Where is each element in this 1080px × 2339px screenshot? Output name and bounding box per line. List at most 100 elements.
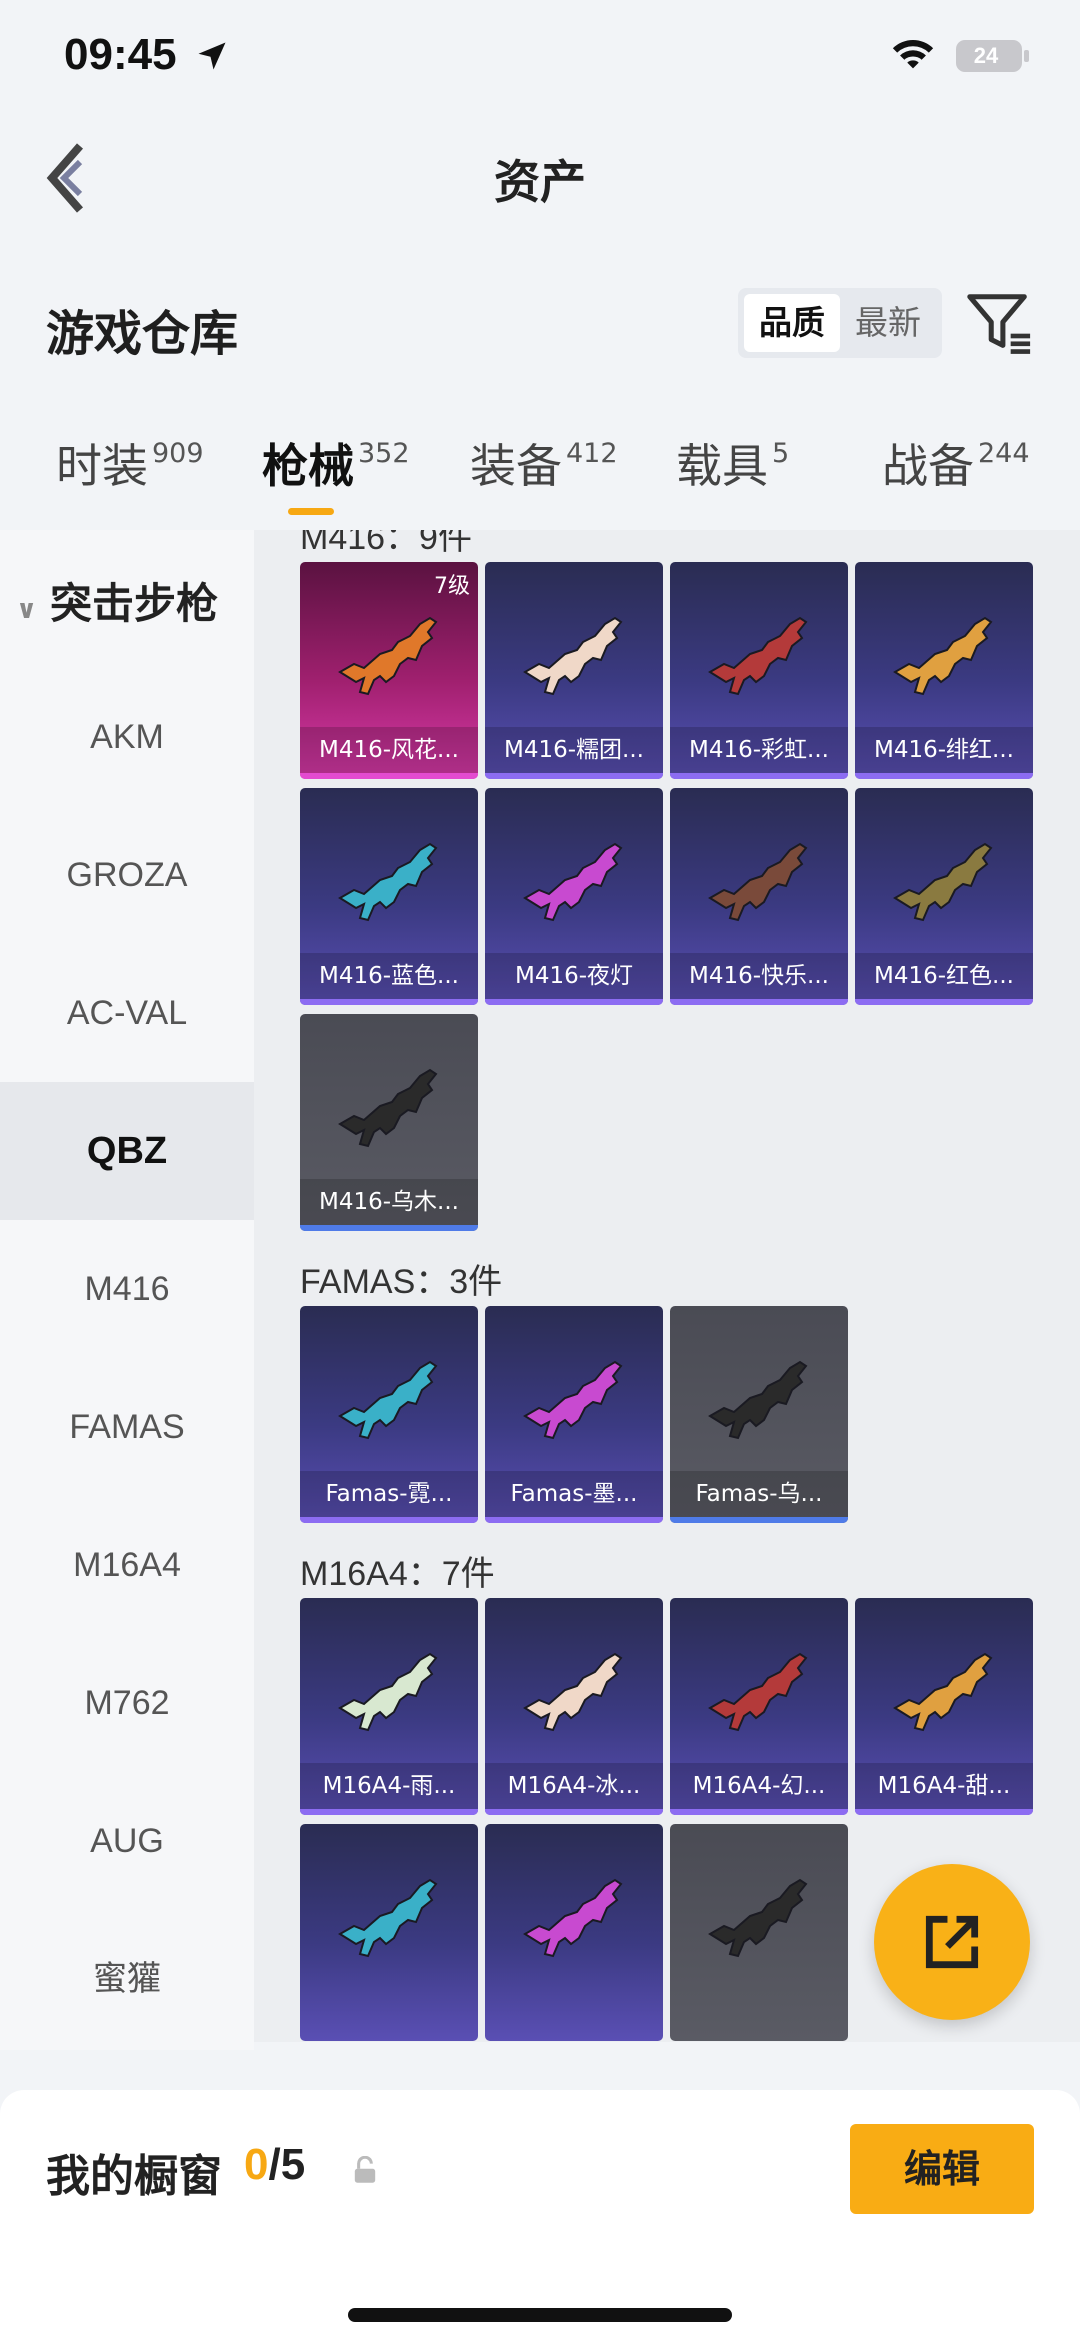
card-name: M16A4-雨...	[300, 1763, 478, 1809]
card-rarity-bar	[855, 773, 1033, 779]
card-rarity-bar	[485, 1517, 663, 1523]
location-arrow-icon	[198, 42, 226, 70]
weapon-sidebar: ∨ 突击步枪 AKM GROZA AC-VAL QBZ M416 FAMAS M1…	[0, 530, 254, 2050]
filter-icon[interactable]	[964, 286, 1034, 358]
sidebar-item-ac-val[interactable]: AC-VAL	[0, 944, 254, 1082]
tab-fashion[interactable]: 时装 909	[56, 430, 204, 496]
weapon-card[interactable]: M416-红色...	[855, 788, 1033, 1005]
battery-tip	[1024, 50, 1029, 62]
status-time: 09:45	[64, 30, 177, 79]
sidebar-item-famas[interactable]: FAMAS	[0, 1358, 254, 1496]
rifle-icon	[338, 1068, 438, 1148]
tab-supplies[interactable]: 战备 244	[882, 430, 1030, 496]
weapon-card[interactable]: M416-彩虹...	[670, 562, 848, 779]
sidebar-item-groza[interactable]: GROZA	[0, 806, 254, 944]
card-name: M416-风花...	[300, 727, 478, 773]
chevron-down-icon: ∨	[16, 595, 38, 625]
card-rarity-bar	[855, 999, 1033, 1005]
rifle-icon	[338, 1360, 438, 1440]
showcase-label: 我的橱窗	[46, 2151, 222, 2202]
weapon-card[interactable]: Famas-霓...	[300, 1306, 478, 1523]
rifle-icon	[338, 842, 438, 922]
wifi-icon	[892, 40, 934, 69]
card-name: M416-夜灯	[485, 953, 663, 999]
rifle-icon	[893, 1652, 993, 1732]
card-rarity-bar	[485, 773, 663, 779]
showcase-bar: 我的橱窗 0/5 编辑	[0, 2090, 1080, 2339]
weapon-card[interactable]: M416-蓝色...	[300, 788, 478, 1005]
weapon-card[interactable]: M16A4-冰...	[485, 1598, 663, 1815]
card-name: Famas-乌...	[670, 1471, 848, 1517]
tab-firearms[interactable]: 枪械 352	[262, 430, 410, 496]
active-tab-indicator	[288, 508, 334, 515]
sidebar-item-m16a4[interactable]: M16A4	[0, 1496, 254, 1634]
rifle-icon	[523, 842, 623, 922]
home-indicator	[348, 2308, 732, 2322]
card-name: M416-糯团...	[485, 727, 663, 773]
weapon-card[interactable]	[485, 1824, 663, 2041]
card-rarity-bar	[300, 773, 478, 779]
weapon-card[interactable]: M416-快乐...	[670, 788, 848, 1005]
rifle-icon	[708, 1878, 808, 1958]
weapon-card[interactable]: M16A4-幻...	[670, 1598, 848, 1815]
weapon-card[interactable]: Famas-墨...	[485, 1306, 663, 1523]
card-rarity-bar	[855, 1809, 1033, 1815]
card-name: M16A4-冰...	[485, 1763, 663, 1809]
card-name: M416-彩虹...	[670, 727, 848, 773]
card-rarity-bar	[485, 1809, 663, 1815]
sidebar-item-akm[interactable]: AKM	[0, 668, 254, 806]
weapon-card[interactable]: M416-绯红...	[855, 562, 1033, 779]
tab-equipment[interactable]: 装备 412	[470, 430, 618, 496]
page-title: 资产	[494, 155, 586, 209]
section-title: M16A4：7件	[300, 1555, 495, 1593]
rifle-icon	[338, 616, 438, 696]
card-name: M16A4-幻...	[670, 1763, 848, 1809]
card-rarity-bar	[300, 999, 478, 1005]
weapon-card[interactable]	[300, 1824, 478, 2041]
status-bar: 09:45 24	[0, 0, 1080, 120]
rifle-icon	[523, 1878, 623, 1958]
rifle-icon	[708, 1652, 808, 1732]
battery-icon: 24	[956, 40, 1022, 72]
weapon-card[interactable]	[670, 1824, 848, 2041]
sort-toggle: 品质 最新	[738, 288, 942, 358]
sidebar-item-m416[interactable]: M416	[0, 1220, 254, 1358]
card-name: M416-蓝色...	[300, 953, 478, 999]
weapon-card[interactable]: Famas-乌...	[670, 1306, 848, 1523]
card-rarity-bar	[670, 1517, 848, 1523]
card-level-badge: 7级	[434, 574, 470, 599]
weapon-card[interactable]: M416-夜灯	[485, 788, 663, 1005]
category-tabs: 时装 909 枪械 352 装备 412 载具 5 战备 244	[0, 400, 1080, 530]
sort-newest-option[interactable]: 最新	[840, 294, 936, 352]
weapon-card[interactable]: 7级 M416-风花...	[300, 562, 478, 779]
rifle-icon	[338, 1878, 438, 1958]
card-name: M416-乌木...	[300, 1179, 478, 1225]
rifle-icon	[338, 1652, 438, 1732]
sort-quality-option[interactable]: 品质	[744, 294, 840, 352]
rifle-icon	[523, 1652, 623, 1732]
weapon-card[interactable]: M416-乌木...	[300, 1014, 478, 1231]
warehouse-title: 游戏仓库	[46, 306, 239, 362]
share-icon	[925, 1915, 979, 1969]
tab-vehicles[interactable]: 载具 5	[676, 430, 789, 496]
card-rarity-bar	[300, 1225, 478, 1231]
sidebar-item-honey-badger[interactable]: 蜜獾	[0, 1910, 254, 2048]
sidebar-item-aug[interactable]: AUG	[0, 1772, 254, 1910]
card-name: Famas-霓...	[300, 1471, 478, 1517]
rifle-icon	[523, 616, 623, 696]
weapon-card[interactable]: M416-糯团...	[485, 562, 663, 779]
section-title: M416：9件	[300, 530, 472, 557]
weapon-card[interactable]: M16A4-雨...	[300, 1598, 478, 1815]
rifle-icon	[708, 616, 808, 696]
card-name: M416-快乐...	[670, 953, 848, 999]
weapon-card[interactable]: M16A4-甜...	[855, 1598, 1033, 1815]
lock-icon	[354, 2156, 376, 2183]
sidebar-group-assault-rifles[interactable]: ∨ 突击步枪	[16, 570, 218, 631]
sidebar-item-qbz[interactable]: QBZ	[0, 1082, 254, 1220]
share-button[interactable]	[874, 1864, 1030, 2020]
card-rarity-bar	[670, 773, 848, 779]
rifle-icon	[708, 1360, 808, 1440]
sidebar-item-m762[interactable]: M762	[0, 1634, 254, 1772]
section-title: FAMAS：3件	[300, 1263, 503, 1301]
edit-button[interactable]: 编辑	[850, 2124, 1034, 2214]
